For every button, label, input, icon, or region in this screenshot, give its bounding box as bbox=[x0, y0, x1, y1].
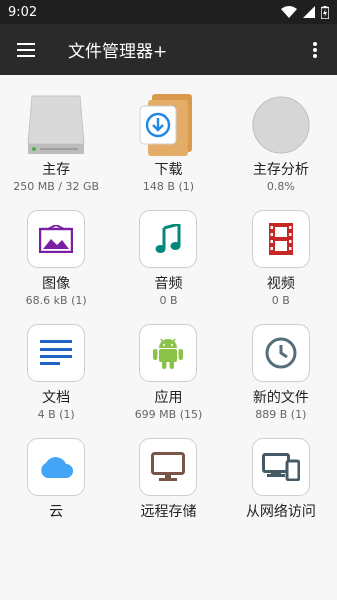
storage-drive-icon bbox=[26, 95, 86, 155]
tile-storage-analysis[interactable]: 主存分析 0.8% bbox=[225, 95, 337, 193]
signal-icon bbox=[303, 6, 315, 18]
app-title: 文件管理器+ bbox=[68, 42, 168, 62]
status-icons bbox=[281, 5, 329, 19]
tile-label: 主存 bbox=[42, 162, 71, 178]
menu-button[interactable] bbox=[12, 36, 40, 64]
tile-sub: 250 MB / 32 GB bbox=[13, 180, 100, 193]
status-bar: 9:02 bbox=[0, 0, 337, 24]
overflow-icon bbox=[313, 41, 317, 58]
more-options-button[interactable] bbox=[305, 36, 325, 64]
devices-icon bbox=[251, 438, 310, 496]
tile-audio[interactable]: 音频 0 B bbox=[112, 209, 224, 307]
tile-label: 视频 bbox=[266, 276, 295, 292]
app-bar: 文件管理器+ bbox=[0, 24, 337, 75]
clock-icon bbox=[251, 324, 310, 382]
tile-label: 音频 bbox=[154, 276, 183, 292]
film-icon bbox=[251, 210, 310, 268]
shortcut-grid: 主存 250 MB / 32 GB 下载 148 B (1) 主存分析 0.8% bbox=[0, 94, 337, 521]
tile-sub: 889 B (1) bbox=[255, 408, 307, 421]
image-icon bbox=[27, 210, 86, 268]
tile-download[interactable]: 下载 148 B (1) bbox=[112, 94, 224, 193]
tile-sub: 148 B (1) bbox=[142, 180, 195, 193]
document-icon bbox=[27, 324, 86, 382]
music-icon bbox=[139, 210, 198, 268]
wifi-icon bbox=[281, 6, 297, 18]
tile-label: 云 bbox=[49, 504, 64, 520]
tile-label: 新的文件 bbox=[252, 390, 309, 406]
tile-sub: 68.6 kB (1) bbox=[25, 294, 87, 307]
tile-network-access[interactable]: 从网络访问 bbox=[225, 437, 337, 521]
tile-cloud[interactable]: 云 bbox=[0, 437, 112, 521]
tile-documents[interactable]: 文档 4 B (1) bbox=[0, 323, 112, 421]
monitor-icon bbox=[139, 438, 198, 496]
tile-video[interactable]: 视频 0 B bbox=[225, 209, 337, 307]
tile-label: 文档 bbox=[42, 390, 71, 406]
tile-label: 主存分析 bbox=[252, 162, 309, 178]
tile-recent-files[interactable]: 新的文件 889 B (1) bbox=[225, 323, 337, 421]
tile-label: 下载 bbox=[154, 162, 183, 178]
status-time: 9:02 bbox=[8, 4, 38, 20]
tile-images[interactable]: 图像 68.6 kB (1) bbox=[0, 209, 112, 307]
pie-analysis-icon bbox=[251, 95, 311, 155]
tile-sub: 0 B bbox=[159, 294, 178, 307]
hamburger-icon bbox=[17, 42, 35, 57]
tile-sub: 0 B bbox=[271, 294, 290, 307]
tile-sub: 0.8% bbox=[266, 180, 295, 193]
tile-label: 图像 bbox=[42, 276, 71, 292]
android-icon bbox=[139, 324, 198, 382]
tile-main-storage[interactable]: 主存 250 MB / 32 GB bbox=[0, 95, 112, 193]
tile-label: 远程存储 bbox=[140, 504, 197, 520]
tile-label: 从网络访问 bbox=[245, 504, 316, 520]
tile-sub: 4 B (1) bbox=[37, 408, 75, 421]
cloud-icon bbox=[27, 438, 86, 496]
tile-sub: 699 MB (15) bbox=[134, 408, 203, 421]
tile-label: 应用 bbox=[154, 390, 183, 406]
download-folder-icon bbox=[138, 94, 198, 156]
tile-apps[interactable]: 应用 699 MB (15) bbox=[112, 323, 224, 421]
tile-remote-storage[interactable]: 远程存储 bbox=[112, 437, 224, 521]
battery-icon bbox=[321, 5, 329, 19]
